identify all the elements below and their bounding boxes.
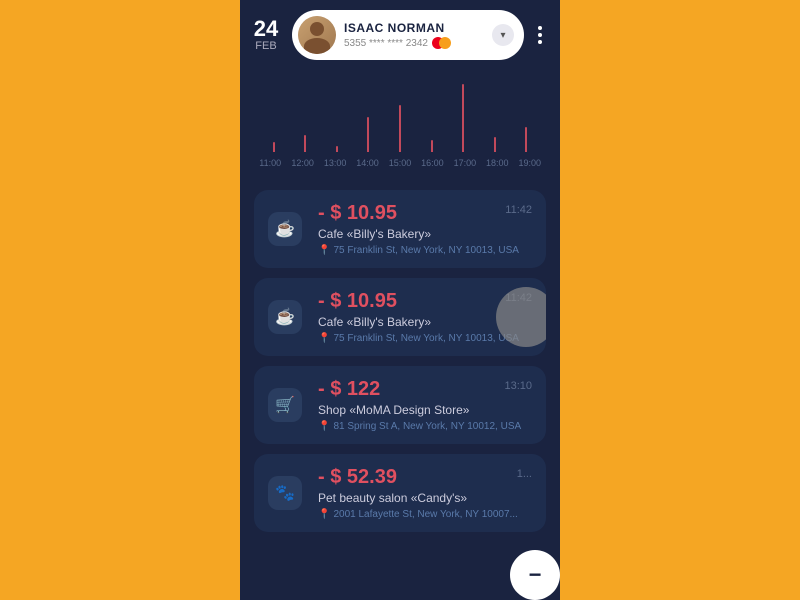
- avatar: [298, 16, 336, 54]
- tx-address-2: 81 Spring St A, New York, NY 10012, USA: [333, 421, 521, 432]
- tx-icon-2: 🛒: [268, 388, 302, 422]
- more-dot-2: [538, 33, 542, 37]
- transaction-card-2[interactable]: 🛒 - $ 122 Shop «MoMA Design Store» 📍81 Spri…: [254, 366, 546, 444]
- tx-time-0: 11:42: [505, 204, 532, 216]
- more-dot-3: [538, 40, 542, 44]
- tx-location-2: 📍81 Spring St A, New York, NY 10012, USA: [318, 421, 532, 432]
- tx-location-0: 📍75 Franklin St, New York, NY 10013, USA: [318, 245, 532, 256]
- chart-bar-group-4: [384, 80, 416, 152]
- pin-icon: 📍: [318, 509, 330, 520]
- chart-label-2: 13:00: [319, 158, 351, 168]
- tx-time-3: 1...: [517, 468, 532, 480]
- pin-icon: 📍: [318, 245, 330, 256]
- tx-content-3: - $ 52.39 Pet beauty salon «Candy's» 📍2001…: [318, 466, 532, 520]
- chart-bar-5: [431, 140, 433, 152]
- date-month: FEB: [255, 40, 276, 52]
- chart-bar-group-5: [416, 80, 448, 152]
- bottom-circle-button[interactable]: −: [510, 550, 560, 600]
- tx-amount-0: - $ 10.95: [318, 202, 532, 225]
- tx-content-2: - $ 122 Shop «MoMA Design Store» 📍81 Sprin…: [318, 378, 532, 432]
- chart-bar-1: [304, 135, 306, 152]
- tx-content-0: - $ 10.95 Cafe «Billy's Bakery» 📍75 Frankl…: [318, 202, 532, 256]
- more-options-button[interactable]: [534, 22, 546, 48]
- chart-label-7: 18:00: [481, 158, 513, 168]
- tx-icon-1: ☕: [268, 300, 302, 334]
- tx-location-3: 📍2001 Lafayette St, New York, NY 10007..…: [318, 509, 532, 520]
- mc-orange-circle: [439, 37, 451, 49]
- chart-label-0: 11:00: [254, 158, 286, 168]
- pin-icon: 📍: [318, 421, 330, 432]
- chart-labels: 11:0012:0013:0014:0015:0016:0017:0018:00…: [254, 158, 546, 168]
- mastercard-icon: [432, 37, 451, 49]
- pin-icon: 📍: [318, 333, 330, 344]
- chart-bar-group-7: [479, 80, 511, 152]
- chevron-down-icon: ▾: [500, 30, 505, 41]
- chart-bar-group-0: [258, 80, 290, 152]
- chart-bar-group-2: [321, 80, 353, 152]
- tx-icon-3: 🐾: [268, 476, 302, 510]
- card-number: 5355 **** **** 2342: [344, 37, 484, 49]
- chart-bars: [254, 80, 546, 152]
- transaction-card-0[interactable]: ☕ - $ 10.95 Cafe «Billy's Bakery» 📍75 Frank…: [254, 190, 546, 268]
- tx-amount-2: - $ 122: [318, 378, 532, 401]
- chart-bar-group-8: [511, 80, 543, 152]
- tx-location-1: 📍75 Franklin St, New York, NY 10013, USA: [318, 333, 532, 344]
- chart-label-6: 17:00: [449, 158, 481, 168]
- tx-name-0: Cafe «Billy's Bakery»: [318, 227, 532, 241]
- tx-address-1: 75 Franklin St, New York, NY 10013, USA: [333, 333, 518, 344]
- chart-bar-3: [367, 117, 369, 152]
- chart-bar-group-3: [353, 80, 385, 152]
- more-dot-1: [538, 26, 542, 30]
- chart-bar-group-6: [447, 80, 479, 152]
- profile-info: ISAAC NORMAN 5355 **** **** 2342: [344, 21, 484, 49]
- bottom-minus-icon: −: [529, 562, 542, 588]
- tx-address-0: 75 Franklin St, New York, NY 10013, USA: [333, 245, 518, 256]
- chart-bar-8: [525, 127, 527, 152]
- tx-address-3: 2001 Lafayette St, New York, NY 10007...: [333, 509, 517, 520]
- chevron-button[interactable]: ▾: [492, 24, 514, 46]
- chart-label-5: 16:00: [416, 158, 448, 168]
- date-day: 24: [254, 18, 278, 40]
- chart-bar-4: [399, 105, 401, 152]
- tx-name-3: Pet beauty salon «Candy's»: [318, 491, 532, 505]
- tx-name-2: Shop «MoMA Design Store»: [318, 403, 532, 417]
- card-number-text: 5355 **** **** 2342: [344, 38, 428, 49]
- chart-label-4: 15:00: [384, 158, 416, 168]
- transaction-card-3[interactable]: 🐾 - $ 52.39 Pet beauty salon «Candy's» 📍200…: [254, 454, 546, 532]
- profile-name: ISAAC NORMAN: [344, 21, 484, 35]
- chart-bar-7: [494, 137, 496, 152]
- avatar-image: [298, 16, 336, 54]
- date-block: 24 FEB: [250, 18, 282, 52]
- phone-container: 24 FEB ISAAC NORMAN 5355 **** **** 2342 …: [240, 0, 560, 600]
- chart-bar-2: [336, 146, 338, 152]
- tx-icon-0: ☕: [268, 212, 302, 246]
- header: 24 FEB ISAAC NORMAN 5355 **** **** 2342 …: [240, 0, 560, 70]
- chart-label-3: 14:00: [351, 158, 383, 168]
- chart-bar-0: [273, 142, 275, 152]
- tx-time-2: 13:10: [504, 380, 532, 392]
- chart-label-1: 12:00: [286, 158, 318, 168]
- transactions-list: ☕- $ 10.95Cafe «Billy's Bakery»📍75 Frank…: [240, 180, 560, 600]
- tx-amount-3: - $ 52.39: [318, 466, 532, 489]
- transaction-card-1[interactable]: ☕- $ 10.95Cafe «Billy's Bakery»📍75 Frank…: [254, 278, 546, 356]
- chart-label-8: 19:00: [514, 158, 546, 168]
- chart-bar-6: [462, 84, 464, 152]
- chart-bar-group-1: [290, 80, 322, 152]
- chart-area: 11:0012:0013:0014:0015:0016:0017:0018:00…: [240, 70, 560, 180]
- profile-card[interactable]: ISAAC NORMAN 5355 **** **** 2342 ▾: [292, 10, 524, 60]
